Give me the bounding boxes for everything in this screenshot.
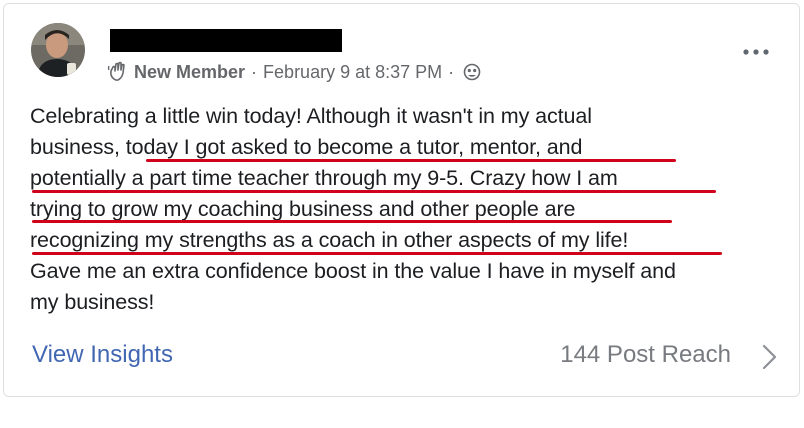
red-underline-mark bbox=[32, 252, 722, 255]
post-reach-count: 144 Post Reach bbox=[560, 341, 731, 368]
post-meta: New Member · February 9 at 8:37 PM · bbox=[107, 60, 481, 84]
post-body-line: my business! bbox=[30, 290, 155, 314]
post-card: New Member · February 9 at 8:37 PM · Cel… bbox=[3, 3, 800, 397]
post-timestamp[interactable]: February 9 at 8:37 PM bbox=[263, 62, 442, 83]
more-options-icon bbox=[743, 49, 769, 55]
avatar[interactable] bbox=[31, 23, 85, 77]
waving-hand-icon bbox=[107, 61, 129, 83]
post-body: Celebrating a little win today! Although… bbox=[30, 101, 790, 318]
post-body-line: Gave me an extra confidence boost in the… bbox=[30, 259, 676, 283]
member-badge[interactable]: New Member bbox=[134, 62, 245, 83]
separator: · bbox=[448, 61, 455, 82]
red-underline-mark bbox=[32, 190, 716, 193]
globe-icon[interactable] bbox=[463, 63, 481, 81]
red-underline-mark bbox=[146, 159, 676, 162]
separator: · bbox=[251, 61, 258, 82]
view-insights-link[interactable]: View Insights bbox=[32, 341, 173, 369]
red-underline-mark bbox=[32, 220, 672, 223]
post-body-line: Celebrating a little win today! Although… bbox=[30, 104, 592, 128]
avatar-photo bbox=[31, 23, 85, 77]
chevron-right-icon[interactable] bbox=[759, 342, 779, 372]
author-name-redacted bbox=[110, 29, 342, 52]
more-options-button[interactable] bbox=[739, 42, 773, 62]
